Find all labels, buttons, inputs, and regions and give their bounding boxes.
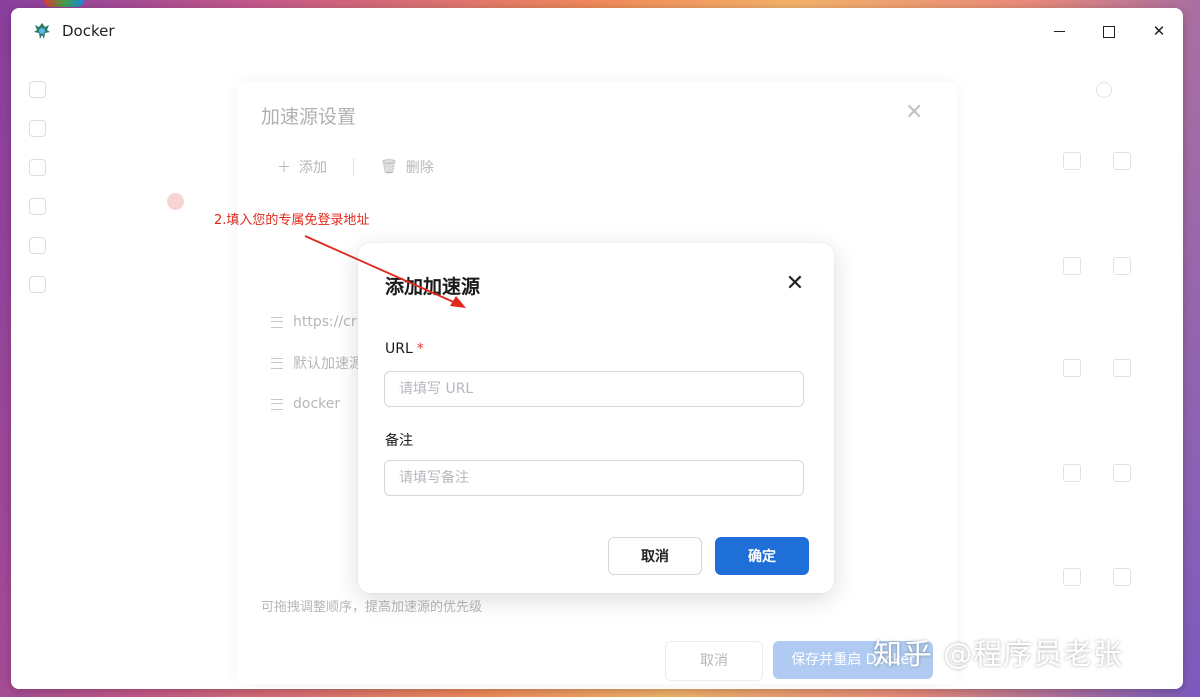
dialog-title: 加速源设置 (261, 106, 357, 128)
plus-icon: ＋ (277, 160, 291, 176)
docker-window: Docker ✕ 加速源设置 ✕ ＋ 添加 🗑 删除 https://cr 默认… (11, 8, 1183, 689)
dialog-close-icon[interactable]: ✕ (905, 100, 923, 125)
delete-label: 删除 (405, 160, 434, 176)
docker-whale-icon (34, 23, 50, 39)
add-source-button[interactable]: ＋ 添加 (263, 151, 341, 183)
minimize-icon (1053, 30, 1065, 33)
source-row[interactable]: docker (271, 392, 340, 416)
modal-title: 添加加速源 (385, 276, 481, 298)
watermark: 知乎 @程序员老张 (873, 637, 1124, 671)
drag-handle-icon[interactable] (271, 398, 283, 410)
note-label: 备注 (385, 430, 413, 450)
title-bar: Docker ✕ (11, 8, 1183, 54)
required-mark: * (416, 341, 424, 357)
maximize-icon (1103, 25, 1115, 38)
window-title: Docker (62, 22, 115, 40)
url-input[interactable] (384, 371, 804, 407)
dialog-cancel-button[interactable]: 取消 (665, 641, 763, 681)
add-label: 添加 (299, 160, 327, 176)
source-row[interactable]: https://cr (271, 310, 357, 334)
maximize-button[interactable] (1089, 16, 1129, 46)
drag-handle-icon[interactable] (271, 357, 283, 369)
dialog-toolbar: ＋ 添加 🗑 删除 (263, 150, 448, 184)
source-url: docker (293, 396, 341, 412)
source-url: 默认加速源 (293, 356, 363, 372)
note-input[interactable] (384, 460, 804, 496)
reorder-hint: 可拖拽调整顺序，提高加速源的优先级 (261, 600, 483, 615)
minimize-button[interactable] (1039, 16, 1079, 46)
window-close-button[interactable]: ✕ (1139, 16, 1179, 46)
source-url: https://cr (293, 314, 357, 330)
add-accelerator-modal: 添加加速源 ✕ URL* 备注 取消 确定 (358, 243, 834, 593)
toolbar-divider (353, 158, 354, 176)
source-row[interactable]: 默认加速源 (271, 351, 363, 375)
annotation-text: 2.填入您的专属免登录地址 (214, 213, 370, 228)
close-icon: ✕ (1152, 22, 1166, 40)
url-label: URL * (385, 341, 424, 357)
trash-icon: 🗑 (380, 159, 398, 175)
main-content: 加速源设置 ✕ ＋ 添加 🗑 删除 https://cr 默认加速源 docke… (11, 54, 1183, 689)
url-label-text: URL (385, 341, 413, 357)
drag-handle-icon[interactable] (271, 316, 283, 328)
desktop-app-icon-partial (44, 0, 84, 7)
cancel-button[interactable]: 取消 (608, 537, 702, 575)
confirm-button[interactable]: 确定 (715, 537, 809, 575)
note-label-text: 备注 (385, 433, 413, 449)
modal-close-icon[interactable]: ✕ (782, 271, 808, 297)
delete-source-button[interactable]: 🗑 删除 (366, 151, 448, 183)
